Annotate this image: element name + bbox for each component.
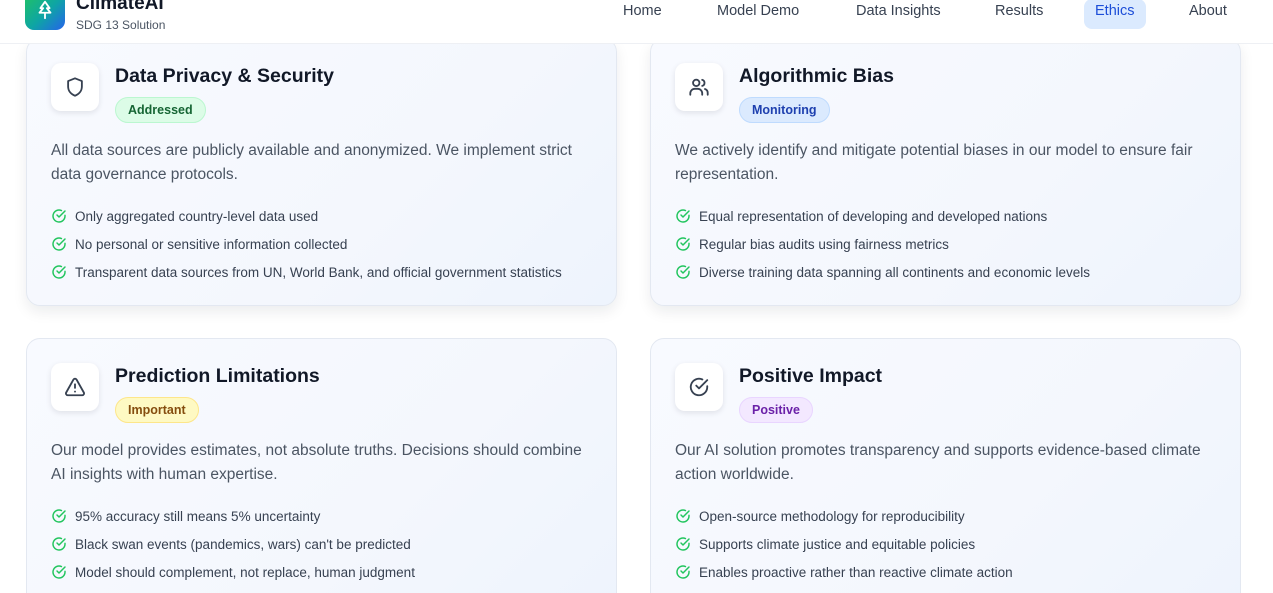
list-item: Only aggregated country-level data used	[51, 202, 562, 230]
point-text: No personal or sensitive information col…	[75, 236, 348, 252]
point-text: Supports climate justice and equitable p…	[699, 536, 976, 552]
card-points-list: 95% accuracy still means 5% uncertainty …	[51, 502, 415, 586]
nav-home[interactable]: Home	[612, 0, 673, 29]
card-points-list: Only aggregated country-level data used …	[51, 202, 562, 286]
tree-icon[interactable]	[25, 0, 65, 30]
point-text: Open-source methodology for reproducibil…	[699, 508, 965, 524]
check-circle-icon	[51, 208, 67, 224]
nav-results[interactable]: Results	[984, 0, 1054, 29]
point-text: Equal representation of developing and d…	[699, 208, 1048, 224]
list-item: Enables proactive rather than reactive c…	[675, 558, 1013, 586]
nav-model-demo[interactable]: Model Demo	[706, 0, 810, 29]
ethics-card-prediction-limitations: Prediction Limitations Important Our mod…	[26, 338, 617, 593]
point-text: Model should complement, not replace, hu…	[75, 564, 415, 580]
list-item: Supports climate justice and equitable p…	[675, 530, 1013, 558]
card-title: Prediction Limitations	[115, 365, 320, 387]
list-item: Diverse training data spanning all conti…	[675, 258, 1090, 286]
list-item: Transparent data sources from UN, World …	[51, 258, 562, 286]
check-circle-icon	[51, 264, 67, 280]
check-circle-icon	[675, 536, 691, 552]
check-circle-icon	[675, 564, 691, 580]
point-text: Regular bias audits using fairness metri…	[699, 236, 949, 252]
shield-icon	[51, 63, 99, 111]
list-item: No personal or sensitive information col…	[51, 230, 562, 258]
point-text: 95% accuracy still means 5% uncertainty	[75, 508, 321, 524]
check-circle-icon	[675, 363, 723, 411]
check-circle-icon	[51, 564, 67, 580]
card-description: Our model provides estimates, not absolu…	[51, 442, 582, 483]
card-title: Data Privacy & Security	[115, 65, 334, 87]
brand-subtitle: SDG 13 Solution	[76, 18, 166, 32]
warning-triangle-icon	[51, 363, 99, 411]
check-circle-icon	[675, 208, 691, 224]
card-points-list: Open-source methodology for reproducibil…	[675, 502, 1013, 586]
brand-title[interactable]: ClimateAI	[76, 0, 164, 15]
status-badge: Monitoring	[739, 97, 830, 123]
point-text: Only aggregated country-level data used	[75, 208, 319, 224]
list-item: Model should complement, not replace, hu…	[51, 558, 415, 586]
nav-ethics[interactable]: Ethics	[1084, 0, 1146, 29]
check-circle-icon	[675, 508, 691, 524]
list-item: Open-source methodology for reproducibil…	[675, 502, 1013, 530]
check-circle-icon	[51, 236, 67, 252]
check-circle-icon	[51, 536, 67, 552]
list-item: Regular bias audits using fairness metri…	[675, 230, 1090, 258]
point-text: Transparent data sources from UN, World …	[75, 264, 562, 280]
status-badge: Important	[115, 397, 199, 423]
card-description: We actively identify and mitigate potent…	[675, 142, 1193, 183]
ethics-card-positive-impact: Positive Impact Positive Our AI solution…	[650, 338, 1241, 593]
card-title: Positive Impact	[739, 365, 883, 387]
check-circle-icon	[51, 508, 67, 524]
card-description: Our AI solution promotes transparency an…	[675, 442, 1201, 483]
list-item: Black swan events (pandemics, wars) can'…	[51, 530, 415, 558]
card-points-list: Equal representation of developing and d…	[675, 202, 1090, 286]
point-text: Diverse training data spanning all conti…	[699, 264, 1090, 280]
status-badge: Addressed	[115, 97, 206, 123]
list-item: 95% accuracy still means 5% uncertainty	[51, 502, 415, 530]
card-description: All data sources are publicly available …	[51, 142, 572, 183]
ethics-card-data-privacy: Data Privacy & Security Addressed All da…	[26, 38, 617, 306]
users-icon	[675, 63, 723, 111]
check-circle-icon	[675, 236, 691, 252]
point-text: Enables proactive rather than reactive c…	[699, 564, 1013, 580]
nav-about[interactable]: About	[1178, 0, 1238, 29]
status-badge: Positive	[739, 397, 813, 423]
point-text: Black swan events (pandemics, wars) can'…	[75, 536, 411, 552]
nav-data-insights[interactable]: Data Insights	[845, 0, 952, 29]
ethics-card-algorithmic-bias: Algorithmic Bias Monitoring We actively …	[650, 38, 1241, 306]
check-circle-icon	[675, 264, 691, 280]
card-title: Algorithmic Bias	[739, 65, 894, 87]
list-item: Equal representation of developing and d…	[675, 202, 1090, 230]
top-navbar: ClimateAI SDG 13 Solution Home Model Dem…	[0, 0, 1273, 44]
